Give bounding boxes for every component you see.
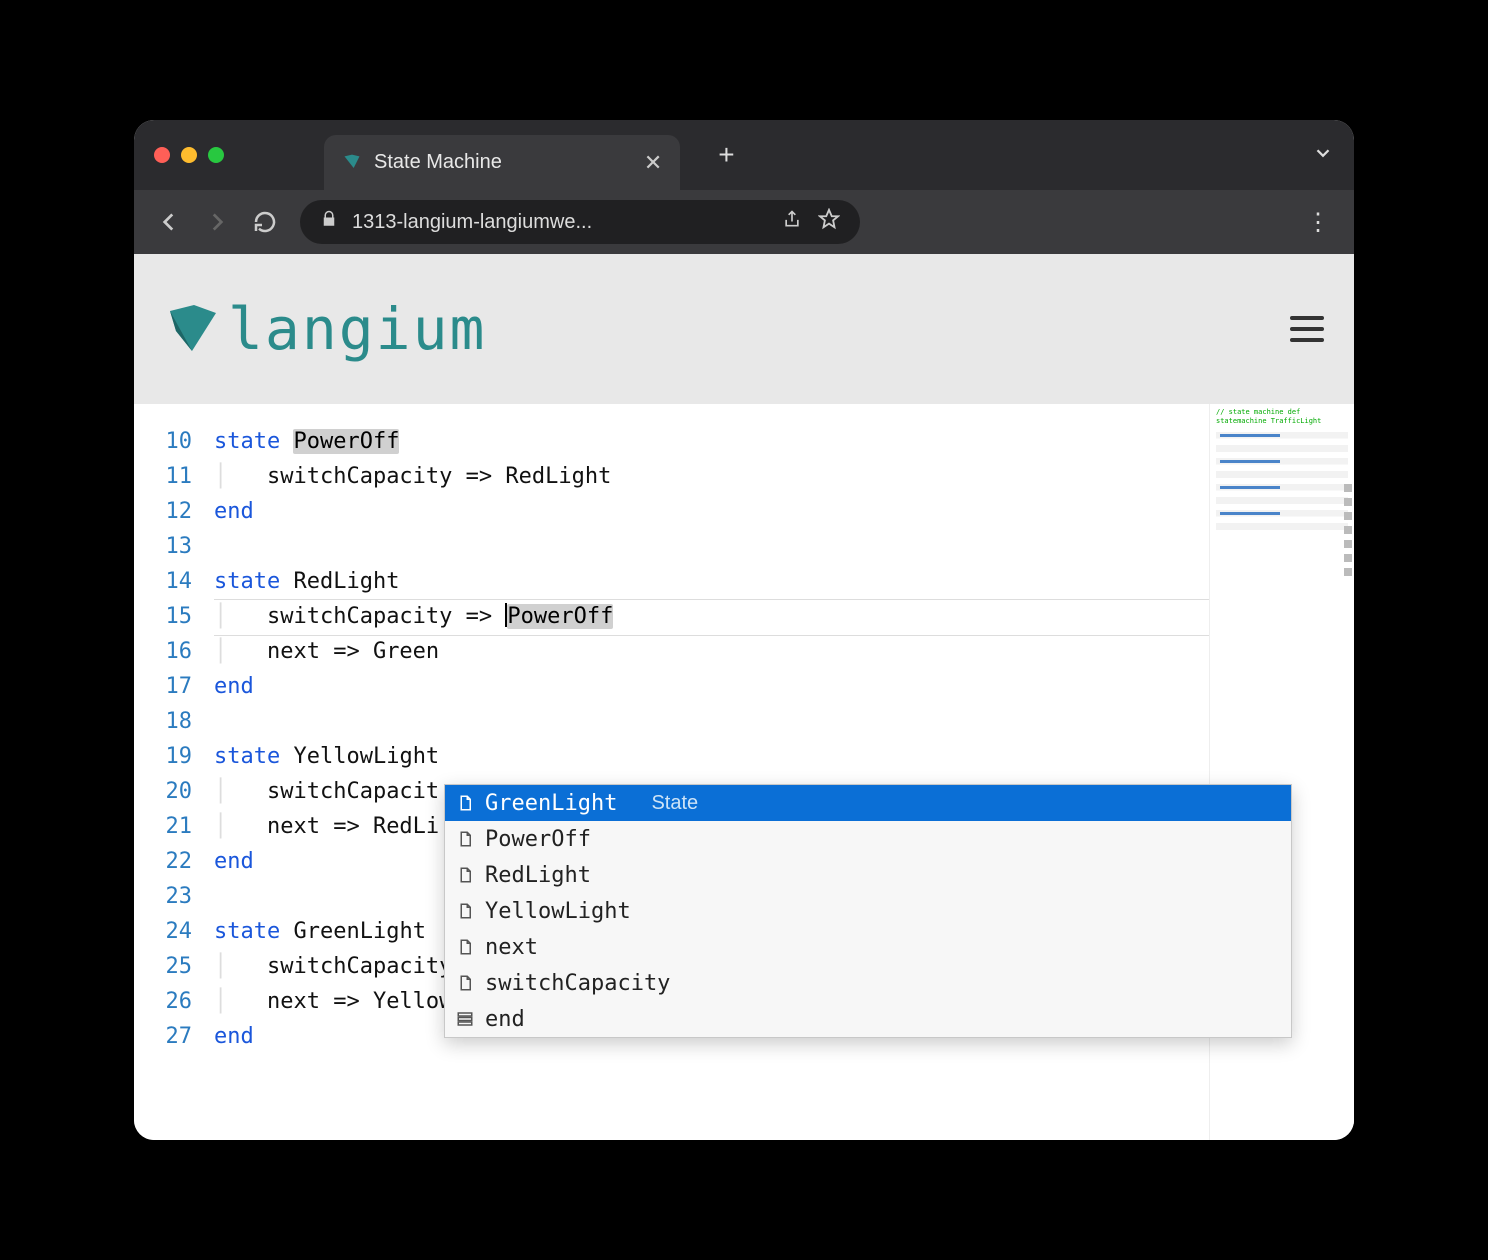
code-line[interactable]: state RedLight bbox=[214, 564, 1354, 599]
line-number: 12 bbox=[134, 494, 192, 529]
traffic-lights bbox=[154, 147, 224, 163]
autocomplete-hint: State bbox=[651, 792, 698, 815]
line-number: 21 bbox=[134, 809, 192, 844]
reference-icon bbox=[455, 901, 475, 921]
browser-window: State Machine ✕ + 1313-langium-langiumwe… bbox=[134, 120, 1354, 1140]
line-number: 26 bbox=[134, 984, 192, 1019]
code-editor[interactable]: 101112131415161718192021222324252627 sta… bbox=[134, 404, 1354, 1140]
reference-icon bbox=[455, 829, 475, 849]
line-number: 13 bbox=[134, 529, 192, 564]
site-logo[interactable]: langium bbox=[164, 295, 486, 363]
address-bar[interactable]: 1313-langium-langiumwe... bbox=[300, 200, 860, 244]
autocomplete-label: end bbox=[485, 1007, 525, 1032]
line-number: 17 bbox=[134, 669, 192, 704]
line-number: 25 bbox=[134, 949, 192, 984]
lock-icon bbox=[320, 210, 338, 234]
line-number bbox=[134, 404, 192, 424]
line-number: 18 bbox=[134, 704, 192, 739]
bookmark-star-icon[interactable] bbox=[818, 208, 840, 236]
close-window-button[interactable] bbox=[154, 147, 170, 163]
minimap-block bbox=[1216, 432, 1348, 452]
code-line[interactable] bbox=[214, 404, 1354, 424]
code-line[interactable]: end bbox=[214, 669, 1354, 704]
code-line[interactable]: │ switchCapacity => RedLight bbox=[214, 459, 1354, 494]
browser-tab[interactable]: State Machine ✕ bbox=[324, 135, 680, 190]
code-line[interactable]: │ next => Green bbox=[214, 634, 1354, 669]
reference-icon bbox=[455, 793, 475, 813]
line-number-gutter: 101112131415161718192021222324252627 bbox=[134, 404, 214, 1140]
autocomplete-item[interactable]: end bbox=[445, 1001, 1291, 1037]
reference-icon bbox=[455, 865, 475, 885]
code-line[interactable] bbox=[214, 704, 1354, 739]
autocomplete-item[interactable]: next bbox=[445, 929, 1291, 965]
minimap-block bbox=[1216, 458, 1348, 478]
share-icon[interactable] bbox=[782, 209, 802, 235]
code-line[interactable] bbox=[214, 529, 1354, 564]
langium-logo-icon bbox=[164, 301, 220, 357]
minimap-header: // state machine def statemachine Traffi… bbox=[1216, 408, 1348, 426]
tab-title: State Machine bbox=[374, 151, 502, 174]
autocomplete-item[interactable]: PowerOff bbox=[445, 821, 1291, 857]
line-number: 22 bbox=[134, 844, 192, 879]
titlebar: State Machine ✕ + bbox=[134, 120, 1354, 190]
url-text: 1313-langium-langiumwe... bbox=[352, 211, 592, 234]
code-line[interactable]: state YellowLight bbox=[214, 739, 1354, 774]
browser-menu-button[interactable]: ⋮ bbox=[1306, 208, 1332, 237]
site-header: langium bbox=[134, 254, 1354, 404]
minimap-block bbox=[1216, 510, 1348, 530]
code-line[interactable]: state PowerOff bbox=[214, 424, 1354, 459]
tab-favicon-icon bbox=[342, 153, 362, 173]
maximize-window-button[interactable] bbox=[208, 147, 224, 163]
back-button[interactable] bbox=[156, 209, 182, 235]
autocomplete-label: PowerOff bbox=[485, 827, 591, 852]
line-number: 23 bbox=[134, 879, 192, 914]
tab-overflow-icon[interactable] bbox=[1312, 142, 1334, 169]
reference-icon bbox=[455, 937, 475, 957]
autocomplete-label: RedLight bbox=[485, 863, 591, 888]
new-tab-button[interactable]: + bbox=[718, 139, 734, 171]
autocomplete-popup: GreenLight State PowerOff RedLight YellowLig… bbox=[444, 784, 1292, 1038]
reload-button[interactable] bbox=[252, 209, 278, 235]
line-number: 11 bbox=[134, 459, 192, 494]
minimize-window-button[interactable] bbox=[181, 147, 197, 163]
autocomplete-item[interactable]: RedLight bbox=[445, 857, 1291, 893]
autocomplete-item[interactable]: YellowLight bbox=[445, 893, 1291, 929]
keyword-icon bbox=[455, 1009, 475, 1029]
line-number: 14 bbox=[134, 564, 192, 599]
line-number: 16 bbox=[134, 634, 192, 669]
autocomplete-label: GreenLight bbox=[485, 791, 617, 816]
logo-text: langium bbox=[228, 295, 486, 363]
line-number: 20 bbox=[134, 774, 192, 809]
forward-button[interactable] bbox=[204, 209, 230, 235]
url-bar: 1313-langium-langiumwe... ⋮ bbox=[134, 190, 1354, 254]
line-number: 19 bbox=[134, 739, 192, 774]
code-line[interactable]: end bbox=[214, 494, 1354, 529]
hamburger-menu-button[interactable] bbox=[1290, 316, 1324, 342]
tab-close-icon[interactable]: ✕ bbox=[644, 150, 662, 176]
autocomplete-label: switchCapacity bbox=[485, 971, 670, 996]
autocomplete-label: YellowLight bbox=[485, 899, 631, 924]
autocomplete-label: next bbox=[485, 935, 538, 960]
line-number: 24 bbox=[134, 914, 192, 949]
minimap-block bbox=[1216, 484, 1348, 504]
line-number: 10 bbox=[134, 424, 192, 459]
code-line[interactable]: │ switchCapacity => PowerOff bbox=[214, 599, 1354, 634]
autocomplete-item[interactable]: GreenLight State bbox=[445, 785, 1291, 821]
line-number: 27 bbox=[134, 1019, 192, 1054]
line-number: 15 bbox=[134, 599, 192, 634]
autocomplete-item[interactable]: switchCapacity bbox=[445, 965, 1291, 1001]
reference-icon bbox=[455, 973, 475, 993]
